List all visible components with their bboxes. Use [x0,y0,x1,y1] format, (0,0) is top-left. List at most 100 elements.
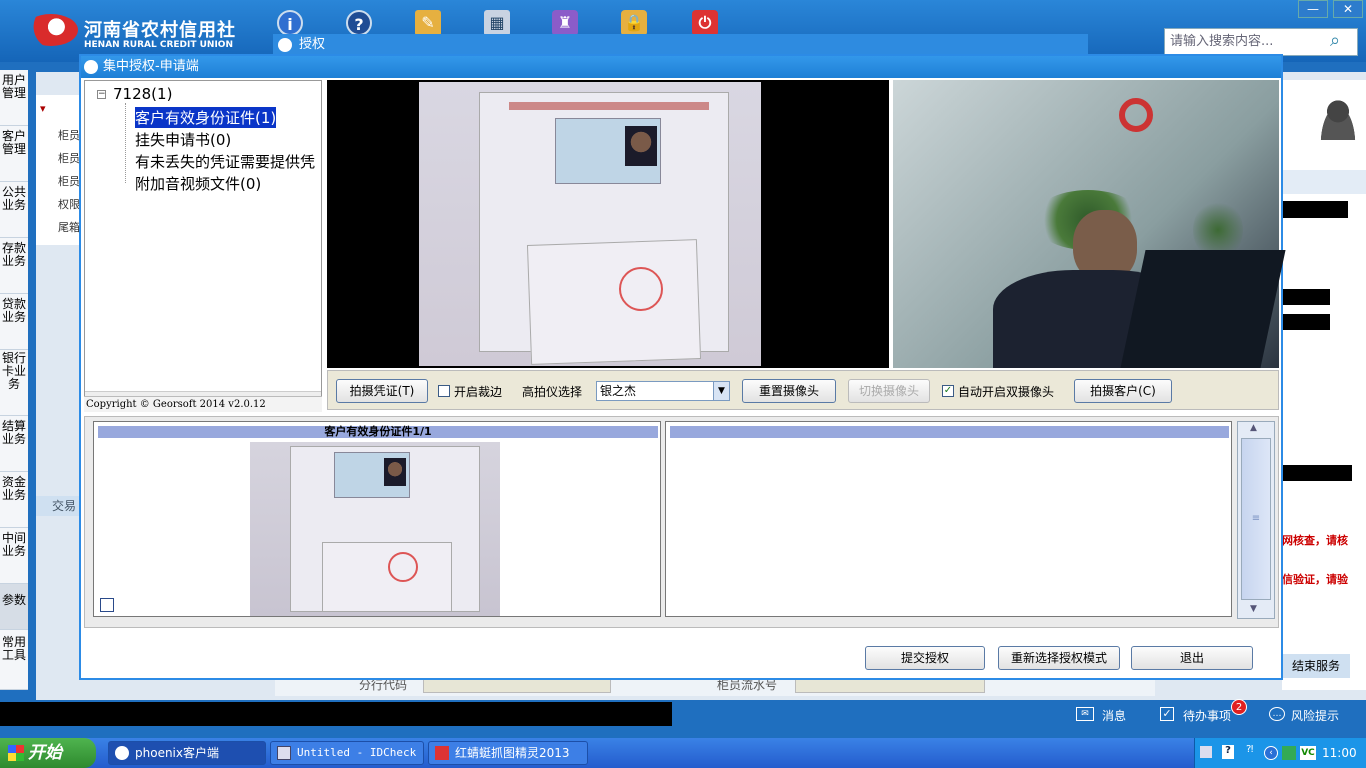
thumbnail-card[interactable]: 客户有效身份证件1/1 [93,421,661,617]
search-icon[interactable]: ⌕ [1330,30,1340,51]
info-icon[interactable]: i [277,10,303,36]
nav-customer-mgmt[interactable]: 客户管理 [0,126,28,182]
network-icon[interactable] [1282,746,1296,760]
minimize-button[interactable]: — [1298,0,1328,18]
close-button[interactable]: ✕ [1333,0,1363,18]
risk-alert-button[interactable]: 风险提示 [1291,707,1339,724]
capture-document-button[interactable]: 拍摄凭证(T) [336,379,428,403]
help-icon[interactable]: ? [346,10,372,36]
tree-root[interactable]: 7128(1) [113,85,172,103]
id-photo [625,126,657,166]
help-tray-icon[interactable]: ? [1222,745,1234,759]
capture-customer-button[interactable]: 拍摄客户(C) [1074,379,1172,403]
tree-node-unlost-voucher[interactable]: 有未丢失的凭证需要提供凭 [135,151,315,172]
task-screenshot-tool[interactable]: 红蜻蜓抓图精灵2013 [428,741,588,765]
clock: 11:00 [1322,746,1357,760]
task-phoenix[interactable]: phoenix客户端 [108,741,266,765]
message-icon[interactable]: ✉ [1076,707,1094,721]
scroll-up-icon[interactable]: ▲ [1250,423,1257,433]
vc-icon[interactable]: VC [1300,746,1316,760]
nav-public-business[interactable]: 公共业务 [0,182,28,238]
redacted-block [1282,314,1330,330]
app-icon [277,746,291,760]
ime-icon[interactable]: ⁈ [1246,744,1253,755]
left-nav: 用户管理 客户管理 公共业务 存款业务 贷款业务 银行卡业务 结算业务 资金业务… [0,70,28,690]
task-label: 红蜻蜓抓图精灵2013 [455,746,570,760]
tools-icon[interactable]: ✎ [415,10,441,36]
thumbnail-scrollbar[interactable]: ▲ ≡ ▼ [1237,421,1275,619]
monitor [1120,250,1286,368]
bank-logo-wall [1119,98,1153,132]
tree-line [125,103,126,183]
tree-node-av-files[interactable]: 附加音视频文件(0) [135,173,261,194]
logo-title: 河南省农村信用社 [84,20,236,41]
customer-camera-view [893,80,1286,368]
copyright-text: Copyright © Georsoft 2014 v2.0.12 [84,396,322,412]
section-label: 交易 [36,496,80,516]
nav-loan[interactable]: 贷款业务 [0,294,28,350]
tree-collapse-icon[interactable]: − [97,90,106,99]
scroll-thumb[interactable]: ≡ [1241,438,1271,600]
auto-dual-camera-checkbox[interactable]: ✓ [942,385,954,397]
nav-funds[interactable]: 资金业务 [0,472,28,528]
thumbnail-area: 客户有效身份证件1/1 ▲ ≡ ▼ [84,416,1279,628]
nav-settlement[interactable]: 结算业务 [0,416,28,472]
nav-tools[interactable]: 常用工具 [0,630,28,690]
dialog-title-icon [84,60,98,74]
chat-icon[interactable]: … [1269,707,1285,721]
keyboard-icon[interactable] [1200,746,1212,758]
switch-camera-button[interactable]: 切换摄像头 [848,379,930,403]
thumbnail-title: 客户有效身份证件1/1 [98,426,658,438]
redacted-block [1282,465,1352,481]
nav-user-mgmt[interactable]: 用户管理 [0,70,28,126]
right-panel-header [1282,170,1366,194]
auth-tab-icon [278,38,292,52]
auto-dual-camera-label: 自动开启双摄像头 [958,385,1055,399]
windows-logo-icon [8,745,24,761]
shirt-icon[interactable]: ♜ [552,10,578,36]
reselect-mode-button[interactable]: 重新选择授权模式 [998,646,1120,670]
logo-icon [24,14,78,46]
tray-arrow-icon[interactable]: ‹ [1264,746,1278,760]
redacted-block [0,702,672,726]
form-header-stripe [509,102,709,110]
nav-bank-card[interactable]: 银行卡业务 [0,350,28,416]
tree-node-loss-report[interactable]: 挂失申请书(0) [135,129,231,150]
auth-tab-header: 授权 [273,34,1088,56]
document-image [419,82,761,366]
checkbox-icon[interactable]: ✓ [1160,707,1174,721]
chevron-down-icon[interactable]: ▼ [713,382,729,400]
thumbnail-image[interactable] [250,442,500,616]
end-service-button[interactable]: 结束服务 [1282,654,1350,678]
todo-button[interactable]: 待办事项 [1183,707,1231,724]
lock-icon[interactable]: 🔒 [621,10,647,36]
nav-deposit[interactable]: 存款业务 [0,238,28,294]
scanner-select[interactable]: 银之杰 ▼ [596,381,730,401]
thumbnail-card-empty[interactable] [665,421,1232,617]
auto-crop-checkbox[interactable] [438,385,450,397]
messages-button[interactable]: 消息 [1102,707,1126,724]
exit-button[interactable]: 退出 [1131,646,1253,670]
alert-text: 网核查，请核 [1282,534,1348,547]
tree-node-id-card[interactable]: 客户有效身份证件(1) [135,107,277,128]
id-photo [384,458,406,486]
power-icon[interactable]: ⏻ [692,10,718,36]
scanner-select-value: 银之杰 [600,384,637,398]
app-icon [435,746,449,760]
red-stamp [388,552,418,582]
capture-toolbar: 拍摄凭证(T) 开启裁边 高拍仪选择 银之杰 ▼ 重置摄像头 切换摄像头 ✓ 自… [327,370,1279,410]
search-input[interactable]: 请输入搜索内容... [1164,28,1358,56]
task-label: Untitled - IDCheck [297,746,417,759]
nav-intermediary[interactable]: 中间业务 [0,528,28,584]
auto-crop-label: 开启裁边 [454,385,503,399]
document-tree: − 7128(1) 客户有效身份证件(1) 挂失申请书(0) 有未丢失的凭证需要… [84,80,322,410]
submit-auth-button[interactable]: 提交授权 [865,646,985,670]
nav-params[interactable]: 参数 [0,584,28,630]
todo-count-badge: 2 [1231,699,1247,715]
document-camera-view [327,80,889,368]
scroll-down-icon[interactable]: ▼ [1250,604,1257,614]
task-idcheck[interactable]: Untitled - IDCheck [270,741,424,765]
reset-camera-button[interactable]: 重置摄像头 [742,379,836,403]
thumbnail-checkbox[interactable] [100,598,114,612]
calculator-icon[interactable]: ▦ [484,10,510,36]
